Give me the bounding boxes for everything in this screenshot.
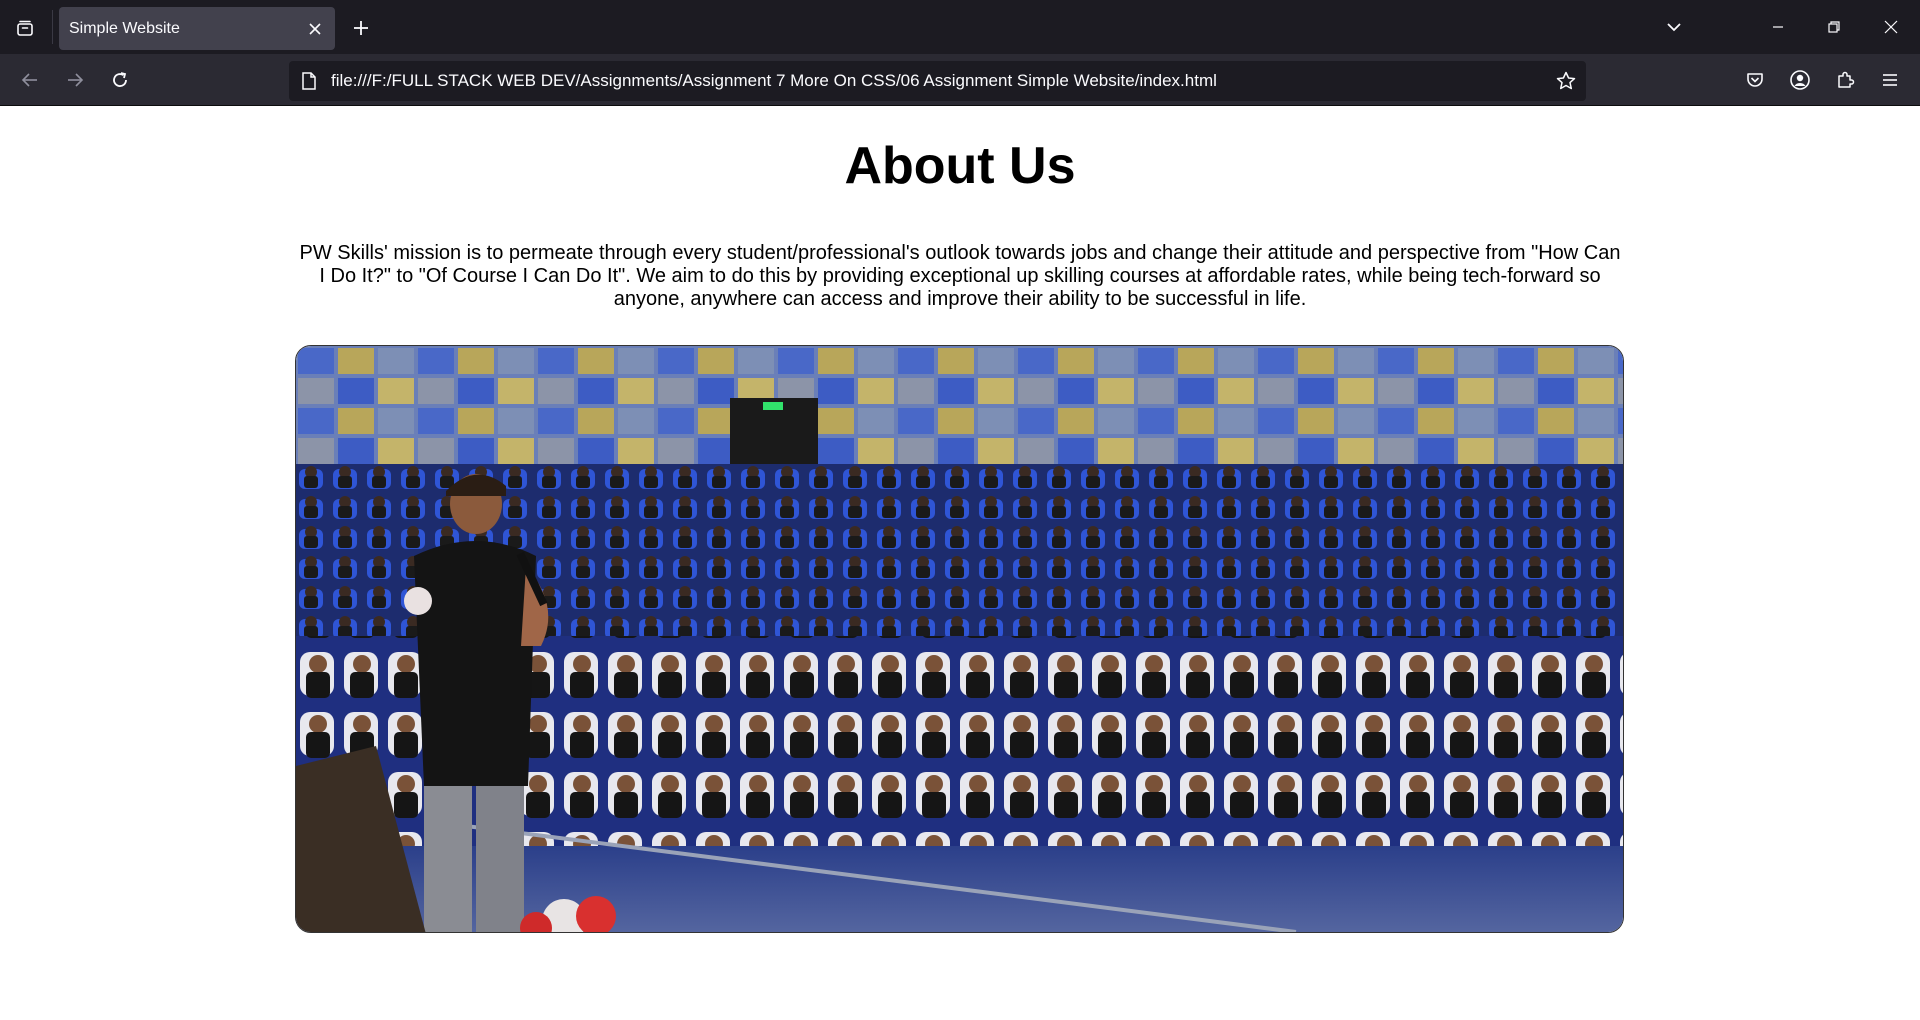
page-content: About Us PW Skills' mission is to permea…	[0, 106, 1920, 1020]
minimize-icon[interactable]	[1755, 8, 1801, 46]
tab-bar: Simple Website	[0, 0, 1920, 54]
page-icon	[299, 71, 319, 91]
plus-icon[interactable]	[344, 11, 378, 45]
arrow-right-icon[interactable]	[57, 62, 93, 98]
tab-list-icon[interactable]	[8, 11, 42, 45]
url-bar[interactable]: file:///F:/FULL STACK WEB DEV/Assignment…	[289, 61, 1586, 101]
close-icon[interactable]	[1868, 8, 1914, 46]
reload-icon[interactable]	[102, 62, 138, 98]
star-icon[interactable]	[1554, 69, 1578, 93]
tab-title: Simple Website	[69, 20, 180, 37]
account-icon[interactable]	[1782, 62, 1818, 98]
page-title: About Us	[844, 137, 1076, 195]
arrow-left-icon[interactable]	[12, 62, 48, 98]
hamburger-icon[interactable]	[1872, 62, 1908, 98]
tab-separator	[52, 10, 53, 44]
chevron-down-icon[interactable]	[1656, 10, 1692, 44]
tab-simple-website[interactable]: Simple Website	[59, 7, 335, 50]
pocket-icon[interactable]	[1737, 62, 1773, 98]
puzzle-icon[interactable]	[1827, 62, 1863, 98]
auditorium-photo	[295, 345, 1624, 933]
about-paragraph: PW Skills' mission is to permeate throug…	[299, 242, 1621, 310]
restore-icon[interactable]	[1811, 8, 1857, 46]
navigation-toolbar: file:///F:/FULL STACK WEB DEV/Assignment…	[0, 54, 1920, 106]
close-icon[interactable]	[303, 17, 327, 41]
url-text[interactable]: file:///F:/FULL STACK WEB DEV/Assignment…	[331, 61, 1217, 101]
